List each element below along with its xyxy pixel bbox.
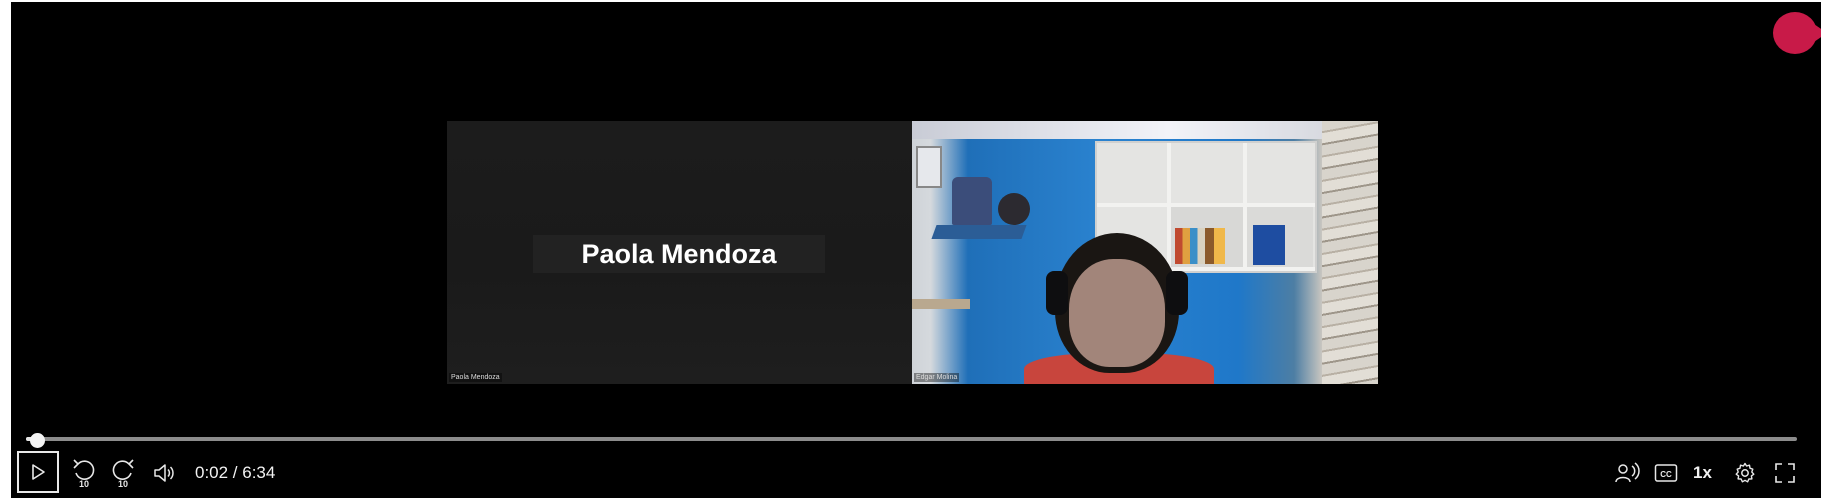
participant-tile-label: Paola Mendoza <box>449 373 502 382</box>
captions-button[interactable]: CC <box>1648 452 1684 494</box>
video-frame[interactable]: Paola Mendoza Paola Mendoza Edgar Molina <box>447 121 1378 384</box>
participant-tile-label: Edgar Molina <box>914 373 960 382</box>
settings-button[interactable] <box>1727 452 1763 494</box>
forward-button[interactable]: 10 <box>106 452 140 494</box>
rewind-10-icon: 10 <box>69 455 99 491</box>
participant-tile-left: Paola Mendoza Paola Mendoza <box>447 121 912 384</box>
progress-bar[interactable] <box>26 437 1797 441</box>
participant-tile-right: Edgar Molina <box>912 121 1378 384</box>
fullscreen-icon <box>1774 462 1796 484</box>
participant-name-card: Paola Mendoza <box>533 235 825 273</box>
volume-icon <box>152 461 176 485</box>
progress-thumb[interactable] <box>30 433 45 448</box>
time-display: 0:02 / 6:34 <box>195 463 276 482</box>
gear-icon <box>1733 461 1757 485</box>
forward-10-icon: 10 <box>108 455 138 491</box>
record-indicator <box>1773 12 1821 54</box>
closed-captions-icon: CC <box>1654 463 1678 483</box>
svg-text:CC: CC <box>1660 470 1672 479</box>
volume-button[interactable] <box>146 452 182 494</box>
play-button[interactable] <box>17 451 59 493</box>
video-player: Paola Mendoza Paola Mendoza Edgar Molina <box>11 2 1821 498</box>
play-icon <box>28 462 48 482</box>
fullscreen-button[interactable] <box>1767 452 1803 494</box>
rewind-button[interactable]: 10 <box>67 452 101 494</box>
audio-description-button[interactable] <box>1609 452 1645 494</box>
audio-description-icon <box>1614 461 1640 485</box>
playback-speed-button[interactable]: 1x <box>1693 461 1712 485</box>
